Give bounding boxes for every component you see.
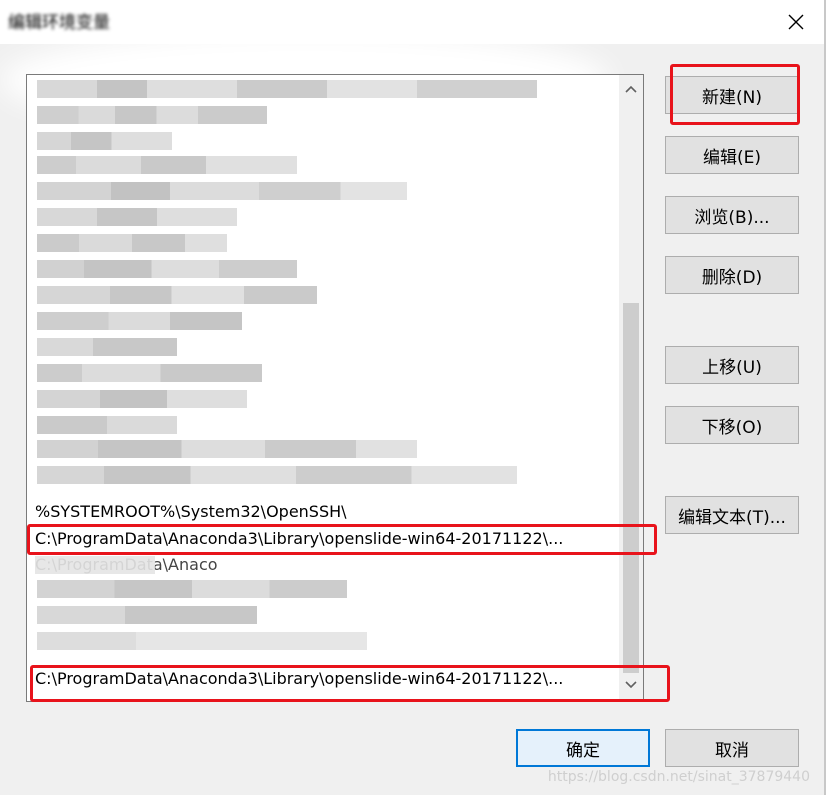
obscured-text <box>35 556 155 574</box>
list-item[interactable]: %SYSTEMROOT%\System32\OpenSSH\ <box>27 500 615 524</box>
obscured-text <box>37 632 367 650</box>
list-item[interactable] <box>27 257 615 281</box>
list-item[interactable] <box>27 577 615 601</box>
obscured-text <box>37 390 247 408</box>
list-item-openslide-2[interactable]: C:\ProgramData\Anaconda3\Library\opensli… <box>27 667 615 691</box>
obscured-text <box>37 260 297 278</box>
obscured-text <box>37 580 347 598</box>
obscured-text <box>37 156 297 174</box>
list-item[interactable] <box>27 335 615 359</box>
obscured-text <box>37 416 177 434</box>
delete-button[interactable]: 删除(D) <box>665 256 799 294</box>
list-item[interactable] <box>27 413 615 437</box>
list-item[interactable] <box>27 205 615 229</box>
chevron-down-icon[interactable] <box>619 671 643 699</box>
obscured-text <box>37 466 517 484</box>
list-item[interactable] <box>27 387 615 411</box>
list-scrollbar[interactable] <box>618 75 643 701</box>
cancel-button[interactable]: 取消 <box>665 729 799 767</box>
obscured-text <box>37 440 417 458</box>
path-entry-text: C:\ProgramData\Anaconda3\Library\opensli… <box>35 529 564 548</box>
ok-button[interactable]: 确定 <box>516 729 650 767</box>
path-entry-text: %SYSTEMROOT%\System32\OpenSSH\ <box>35 502 347 521</box>
obscured-text <box>37 182 407 200</box>
obscured-text <box>37 208 237 226</box>
list-item[interactable] <box>27 437 615 461</box>
path-list[interactable]: %SYSTEMROOT%\System32\OpenSSH\ C:\Progra… <box>26 74 644 702</box>
move-down-button[interactable]: 下移(O) <box>665 406 799 444</box>
list-item[interactable] <box>27 463 615 487</box>
obscured-text <box>37 234 227 252</box>
list-item-openslide-1[interactable]: C:\ProgramData\Anaconda3\Library\opensli… <box>27 527 615 551</box>
new-button[interactable]: 新建(N) <box>665 76 799 114</box>
obscured-text <box>37 286 317 304</box>
list-item[interactable] <box>27 603 615 627</box>
watermark-text: https://blog.csdn.net/sinat_37879440 <box>547 769 810 785</box>
list-item[interactable] <box>27 103 615 127</box>
list-item[interactable] <box>27 283 615 307</box>
scrollbar-thumb[interactable] <box>623 303 639 673</box>
list-item[interactable] <box>27 77 615 101</box>
list-item[interactable] <box>27 361 615 385</box>
edit-button[interactable]: 编辑(E) <box>665 136 799 174</box>
obscured-text <box>37 364 262 382</box>
obscured-text <box>37 338 177 356</box>
list-item[interactable] <box>27 129 615 153</box>
list-item[interactable] <box>27 153 615 177</box>
obscured-text <box>37 80 537 98</box>
move-up-button[interactable]: 上移(U) <box>665 346 799 384</box>
obscured-text <box>37 312 242 330</box>
list-item[interactable] <box>27 231 615 255</box>
list-item[interactable] <box>27 309 615 333</box>
obscured-text <box>37 106 267 124</box>
browse-button[interactable]: 浏览(B)... <box>665 196 799 234</box>
chevron-up-icon[interactable] <box>619 75 643 103</box>
obscured-text <box>37 606 257 624</box>
obscured-text <box>37 132 172 150</box>
list-item[interactable] <box>27 629 615 653</box>
list-item[interactable]: C:\ProgramData\Anaco <box>27 553 615 577</box>
close-icon[interactable] <box>776 2 816 42</box>
list-item[interactable] <box>27 179 615 203</box>
path-entry-text: C:\ProgramData\Anaconda3\Library\opensli… <box>35 669 564 688</box>
edit-env-var-dialog: 编辑环境变量 %SYSTEMROOT%\System32\OpenSSH\ C:… <box>0 0 826 795</box>
edit-text-button[interactable]: 编辑文本(T)... <box>665 496 799 534</box>
dialog-title: 编辑环境变量 <box>8 13 110 33</box>
